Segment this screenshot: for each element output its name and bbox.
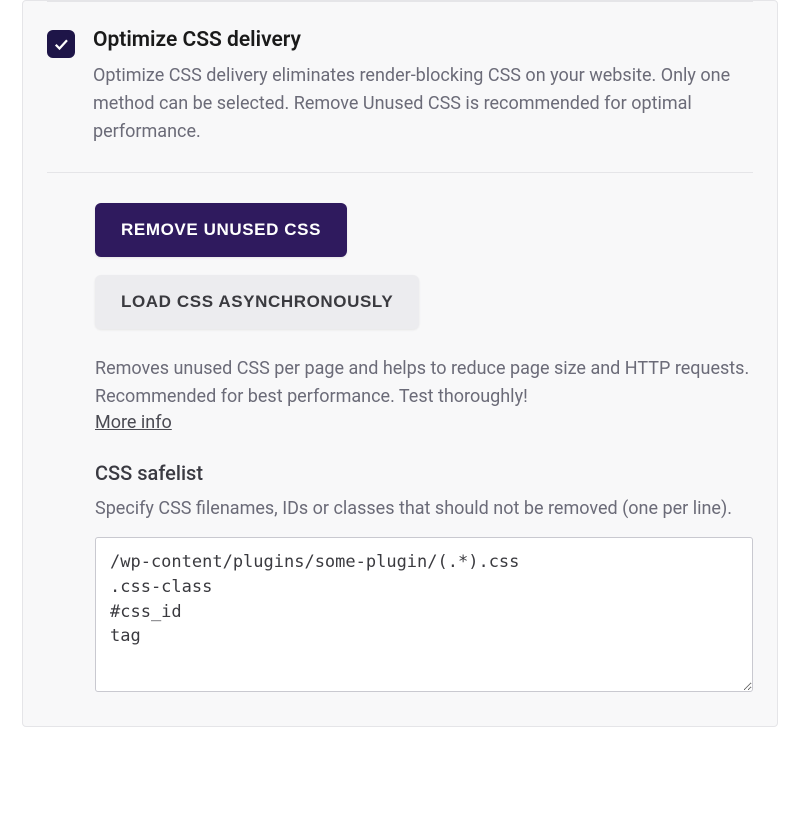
option-content: Optimize CSS delivery Optimize CSS deliv… [93,28,753,146]
css-safelist-description: Specify CSS filenames, IDs or classes th… [95,495,753,523]
method-description: Removes unused CSS per page and helps to… [95,355,753,411]
option-description: Optimize CSS delivery eliminates render-… [93,62,753,146]
css-delivery-panel: Optimize CSS delivery Optimize CSS deliv… [22,0,778,727]
check-icon [52,35,70,53]
optimize-css-checkbox[interactable] [47,30,75,58]
sub-content: Remove Unused CSS Load CSS Asynchronousl… [23,173,777,727]
optimize-css-option: Optimize CSS delivery Optimize CSS deliv… [23,2,777,172]
css-safelist-title: CSS safelist [95,461,753,485]
option-title: Optimize CSS delivery [93,28,753,52]
method-buttons: Remove Unused CSS Load CSS Asynchronousl… [95,203,753,347]
remove-unused-css-button[interactable]: Remove Unused CSS [95,203,347,257]
load-css-async-button[interactable]: Load CSS Asynchronously [95,275,419,329]
css-safelist-textarea[interactable] [95,537,753,692]
more-info-link[interactable]: More info [95,412,172,433]
